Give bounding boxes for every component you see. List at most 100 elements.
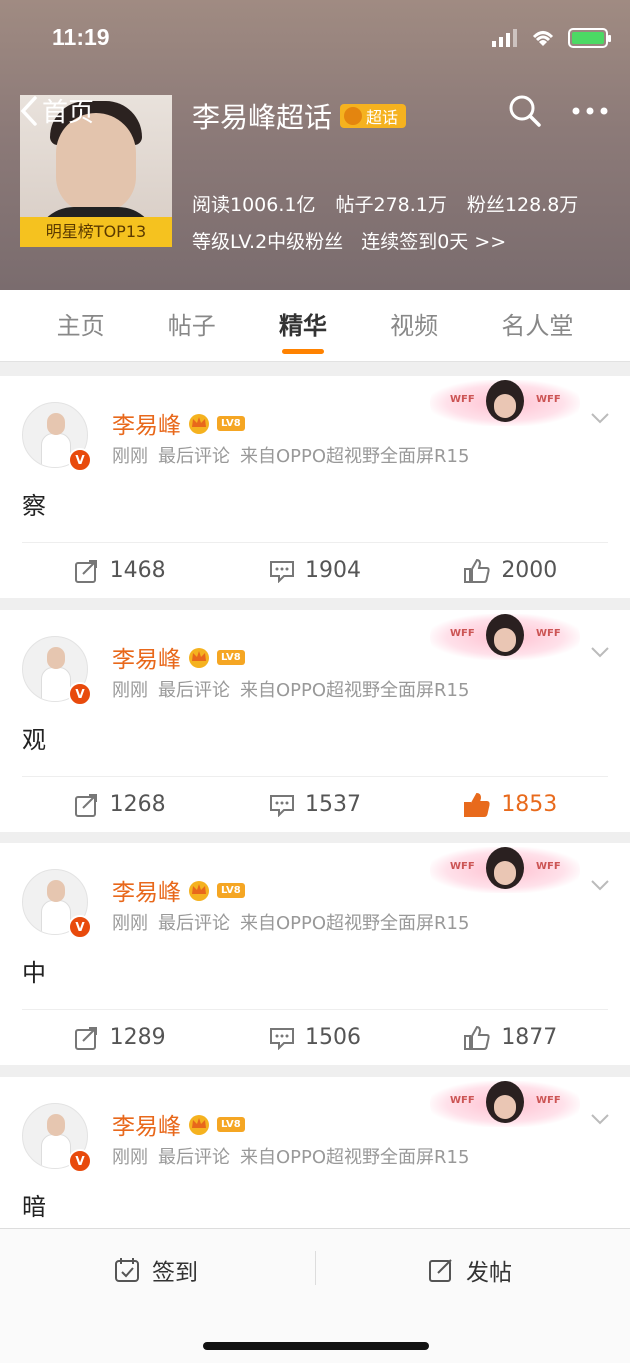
search-icon[interactable] — [508, 94, 542, 128]
tab-bar: 主页 帖子 精华 视频 名人堂 — [0, 290, 630, 362]
status-time: 11:19 — [52, 24, 110, 50]
rank-badge[interactable]: 明星榜TOP13 — [20, 217, 172, 247]
decor-tag: WFF — [450, 628, 475, 639]
comment-button[interactable]: 1537 — [217, 777, 412, 832]
crown-icon — [189, 881, 209, 901]
crown-icon — [189, 648, 209, 668]
bottom-divider — [315, 1251, 316, 1285]
comment-icon — [269, 1027, 294, 1050]
card-decoration: WFF WFF — [430, 847, 580, 893]
comment-button[interactable]: 1904 — [217, 543, 412, 598]
card-decoration: WFF WFF — [430, 1081, 580, 1127]
chevron-down-icon[interactable] — [590, 642, 610, 662]
author-name[interactable]: 李易峰 — [112, 406, 181, 440]
topic-title: 李易峰超话 — [192, 101, 333, 134]
back-button[interactable]: 首页 — [20, 92, 94, 129]
verified-icon: V — [68, 682, 92, 706]
fan-level[interactable]: 等级LV.2中级粉丝 — [192, 227, 343, 254]
signal-icon — [492, 29, 517, 47]
tab-featured[interactable]: 精华 — [279, 290, 327, 362]
chaohua-badge-label: 超话 — [366, 108, 399, 127]
repost-button[interactable]: 1289 — [22, 1010, 217, 1065]
like-button[interactable]: 1877 — [413, 1010, 608, 1065]
repost-button[interactable]: 1268 — [22, 777, 217, 832]
post-text[interactable]: 中 — [0, 953, 630, 1009]
author-name[interactable]: 李易峰 — [112, 873, 181, 907]
verified-icon: V — [68, 448, 92, 472]
compose-label: 发帖 — [466, 1260, 512, 1286]
stat-posts: 帖子278.1万 — [335, 194, 447, 216]
calendar-check-icon — [115, 1258, 139, 1282]
post-time: 刚刚 — [112, 446, 148, 467]
battery-icon — [568, 28, 611, 48]
decor-tag: WFF — [536, 394, 561, 405]
like-count: 1853 — [501, 792, 558, 817]
more-icon[interactable] — [572, 106, 608, 116]
comment-count: 1904 — [304, 558, 361, 583]
tab-home[interactable]: 主页 — [57, 290, 105, 362]
tab-hall-of-fame[interactable]: 名人堂 — [501, 290, 573, 362]
post-actions: 1289 1506 1877 — [22, 1009, 608, 1065]
post-meta: 刚刚 最后评论 来自OPPO超视野全面屏R15 — [112, 442, 469, 468]
chaohua-badge: 超话 — [340, 104, 407, 128]
post-source: 来自OPPO超视野全面屏R15 — [240, 446, 470, 467]
post-meta: 刚刚 最后评论 来自OPPO超视野全面屏R15 — [112, 909, 469, 935]
crown-icon — [189, 1115, 209, 1135]
post-card[interactable]: V 李易峰 LV8 刚刚 最后评论 来自OPPO超视野全面屏R15 WFF WFF 暗 — [0, 1077, 630, 1237]
post-time: 刚刚 — [112, 680, 148, 701]
author-name[interactable]: 李易峰 — [112, 1107, 181, 1141]
home-indicator[interactable] — [203, 1342, 429, 1350]
tab-posts[interactable]: 帖子 — [168, 290, 216, 362]
verified-icon: V — [68, 1149, 92, 1173]
like-icon — [464, 792, 490, 817]
level-badge: LV8 — [217, 1116, 245, 1132]
post-card[interactable]: V 李易峰 LV8 刚刚 最后评论 来自OPPO超视野全面屏R15 WFF WFF 观 1268 1… — [0, 610, 630, 832]
card-decoration: WFF WFF — [430, 614, 580, 660]
comment-count: 1506 — [304, 1025, 361, 1050]
compose-icon — [429, 1259, 452, 1282]
checkin-streak[interactable]: 连续签到0天 >> — [361, 227, 506, 254]
decor-tag: WFF — [450, 861, 475, 872]
comment-button[interactable]: 1506 — [217, 1010, 412, 1065]
post-time: 刚刚 — [112, 1147, 148, 1168]
wifi-icon — [532, 31, 554, 46]
decor-tag: WFF — [450, 394, 475, 405]
post-meta-label: 最后评论 — [158, 680, 230, 701]
like-button[interactable]: 2000 — [413, 543, 608, 598]
chevron-down-icon[interactable] — [590, 408, 610, 428]
like-icon — [464, 1025, 490, 1050]
post-source: 来自OPPO超视野全面屏R15 — [240, 1147, 470, 1168]
chevron-left-icon — [20, 95, 37, 126]
post-meta-label: 最后评论 — [158, 446, 230, 467]
decor-tag: WFF — [536, 1095, 561, 1106]
repost-icon — [74, 559, 97, 583]
like-button[interactable]: 1853 — [413, 777, 608, 832]
author-name[interactable]: 李易峰 — [112, 640, 181, 674]
status-bar: 11:19 — [0, 22, 630, 56]
level-badge: LV8 — [217, 415, 245, 431]
compose-button[interactable]: 发帖 — [428, 1253, 512, 1287]
comment-icon — [269, 560, 294, 583]
chevron-down-icon[interactable] — [590, 1109, 610, 1129]
post-meta: 刚刚 最后评论 来自OPPO超视野全面屏R15 — [112, 676, 469, 702]
repost-icon — [74, 793, 97, 817]
tab-videos[interactable]: 视频 — [390, 290, 438, 362]
chevron-down-icon[interactable] — [590, 875, 610, 895]
post-card[interactable]: V 李易峰 LV8 刚刚 最后评论 来自OPPO超视野全面屏R15 WFF WFF 中 1289 1… — [0, 843, 630, 1065]
comment-icon — [269, 794, 294, 817]
post-actions: 1268 1537 1853 — [22, 776, 608, 832]
repost-button[interactable]: 1468 — [22, 543, 217, 598]
like-count: 1877 — [501, 1025, 558, 1050]
post-meta-label: 最后评论 — [158, 913, 230, 934]
post-actions: 1468 1904 2000 — [22, 542, 608, 598]
post-time: 刚刚 — [112, 913, 148, 934]
like-icon — [464, 558, 490, 583]
like-count: 2000 — [501, 558, 558, 583]
checkin-button[interactable]: 签到 — [114, 1253, 198, 1287]
stat-fans: 粉丝128.8万 — [466, 194, 579, 216]
verified-icon: V — [68, 915, 92, 939]
repost-count: 1268 — [109, 792, 166, 817]
post-card[interactable]: V 李易峰 LV8 刚刚 最后评论 来自OPPO超视野全面屏R15 WFF WFF 察 1468 1… — [0, 376, 630, 598]
post-text[interactable]: 察 — [0, 486, 630, 542]
post-text[interactable]: 观 — [0, 720, 630, 776]
